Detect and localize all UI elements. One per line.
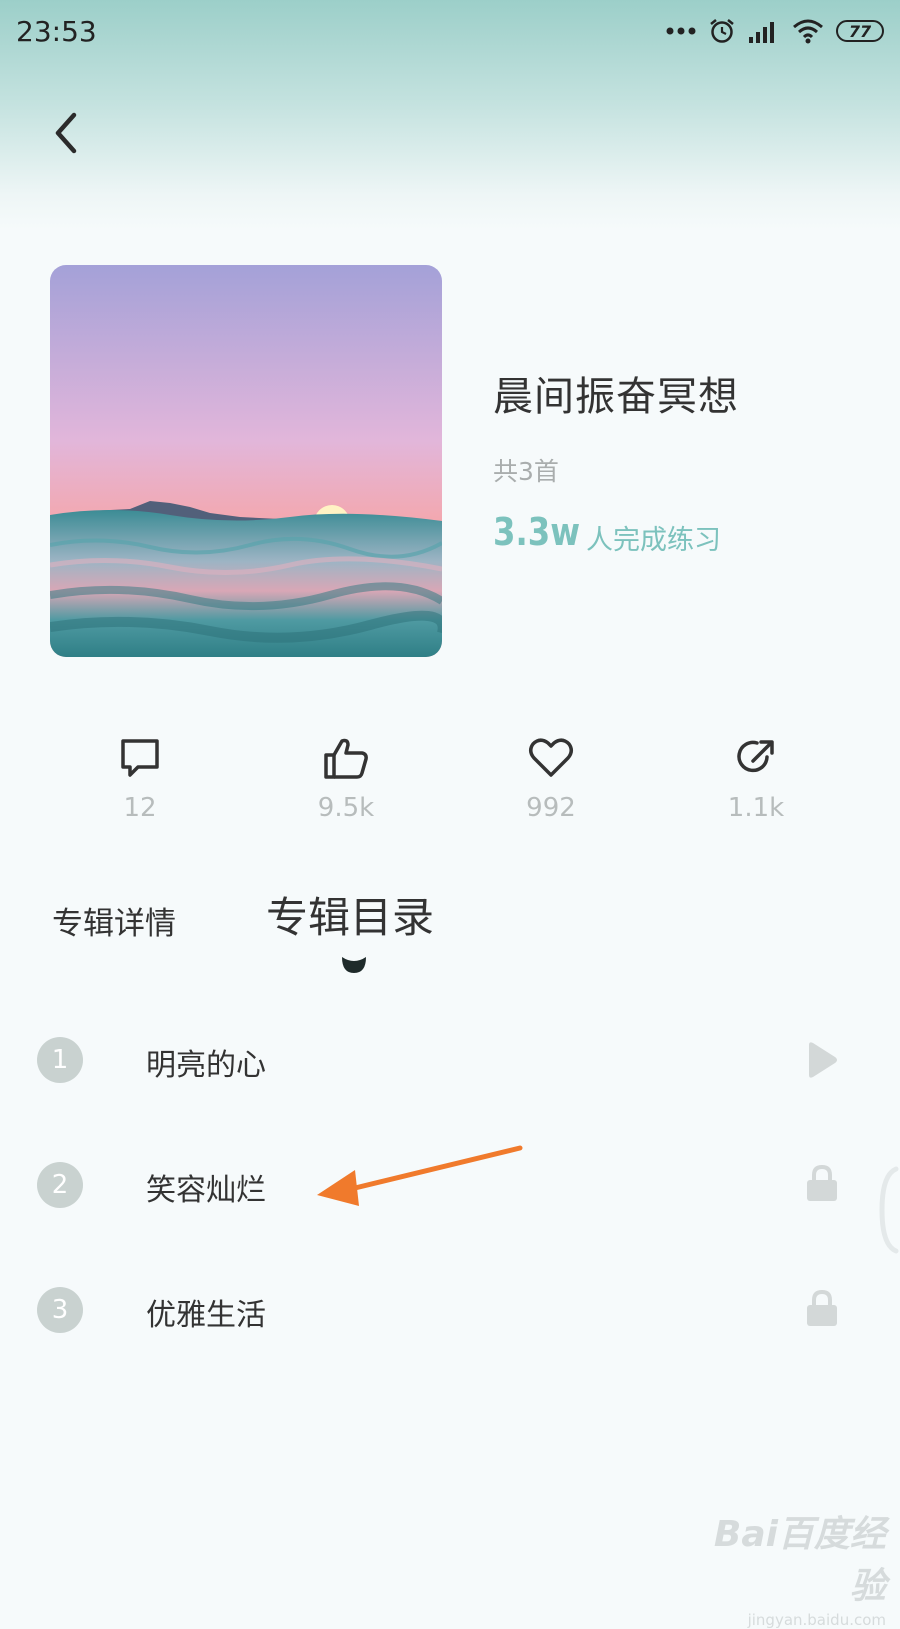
track-name: 优雅生活: [146, 1298, 266, 1333]
annotation-arrow: [315, 1140, 525, 1214]
share-count: 1.1k: [727, 793, 785, 823]
share-button[interactable]: 1.1k: [696, 735, 816, 845]
album-title: 晨间振奋冥想: [493, 374, 739, 420]
chevron-left-icon: [55, 112, 77, 154]
like-count: 9.5k: [317, 793, 375, 823]
track-row[interactable]: 3 优雅生活: [0, 1260, 900, 1360]
status-icons: 77: [666, 17, 884, 45]
back-button[interactable]: [40, 105, 90, 161]
thumbs-up-icon: [324, 738, 368, 779]
status-bar: 23:53 77: [0, 0, 900, 62]
status-time: 23:53: [16, 14, 97, 48]
comment-count: 12: [123, 793, 157, 823]
share-icon: [737, 740, 774, 773]
track-number-badge: 3: [37, 1287, 83, 1333]
active-tab-indicator: [340, 955, 368, 979]
lock-indicator: [804, 1288, 840, 1328]
practice-count: 3.3w: [493, 510, 581, 554]
lock-icon: [807, 1164, 837, 1201]
baidu-watermark: Bai百度经验 jingyan.baidu.com: [686, 1505, 886, 1629]
track-name: 笑容灿烂: [146, 1173, 266, 1208]
comment-button[interactable]: 12: [80, 735, 200, 845]
watermark-logo: Bai百度经验: [713, 1514, 886, 1607]
alarm-icon: [708, 17, 736, 45]
lock-indicator: [804, 1163, 840, 1203]
tab-album-catalog[interactable]: 专辑目录: [266, 884, 434, 945]
favorite-button[interactable]: 992: [491, 735, 611, 845]
like-button[interactable]: 9.5k: [286, 735, 406, 845]
favorite-count: 992: [526, 793, 576, 823]
comment-icon: [121, 739, 159, 777]
wifi-icon: [792, 18, 824, 44]
album-cover: [50, 265, 442, 657]
tab-album-details[interactable]: 专辑详情: [52, 898, 176, 943]
track-count: 共3首: [493, 457, 559, 486]
track-number-badge: 2: [37, 1162, 83, 1208]
lock-icon: [807, 1289, 837, 1326]
play-icon: [809, 1042, 837, 1078]
watermark-url: jingyan.baidu.com: [747, 1611, 886, 1629]
more-dots-icon: [666, 26, 696, 36]
heart-icon: [529, 738, 573, 777]
track-name: 明亮的心: [146, 1048, 266, 1083]
battery-icon: 77: [836, 20, 884, 42]
scroll-handle[interactable]: [874, 1165, 900, 1255]
track-row[interactable]: 1 明亮的心: [0, 1010, 900, 1110]
signal-icon: [748, 19, 780, 43]
track-number-badge: 1: [37, 1037, 83, 1083]
play-button[interactable]: [804, 1040, 840, 1080]
practice-label: 人完成练习: [586, 525, 721, 556]
